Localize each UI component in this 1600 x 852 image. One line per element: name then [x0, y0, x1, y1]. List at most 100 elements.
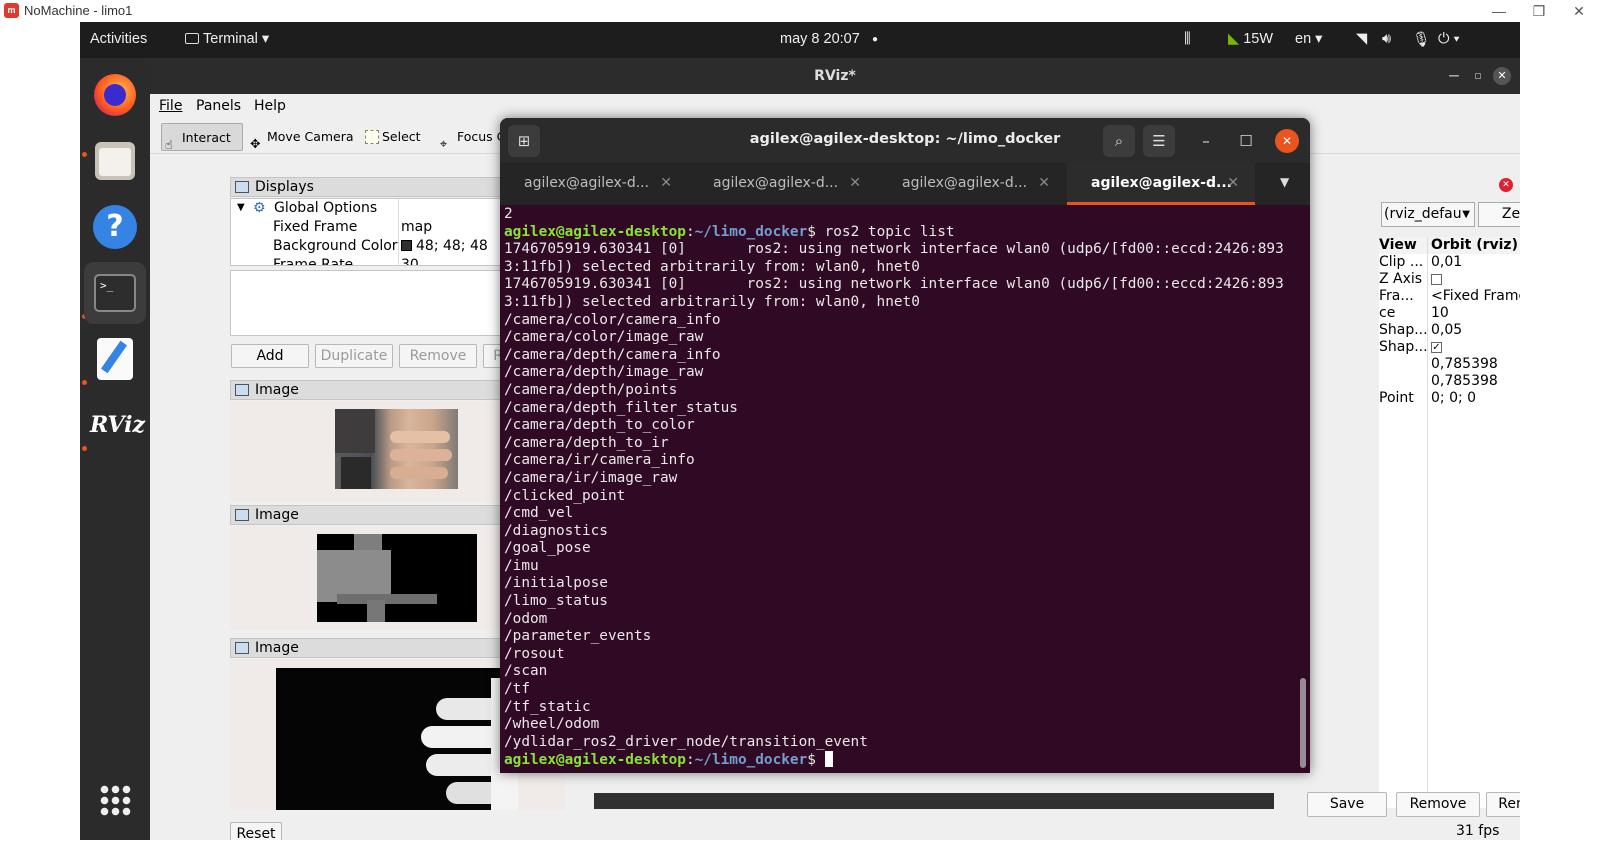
rviz-icon[interactable]: RViz — [84, 394, 146, 456]
menu-file[interactable]: File — [159, 98, 182, 114]
maximize-icon[interactable]: ☐ — [1230, 125, 1262, 157]
property-value[interactable]: 10 — [1431, 305, 1449, 321]
property-value[interactable]: 30 — [401, 257, 419, 265]
fps-readout: 31 fps — [1456, 823, 1500, 839]
select-tool[interactable]: Select — [362, 123, 421, 151]
close-tab-icon[interactable]: ✕ — [849, 163, 861, 203]
search-icon[interactable]: ⌕ — [1103, 125, 1135, 157]
table-row[interactable]: ce 10 — [1379, 305, 1520, 322]
terminal-window: ⊞ agilex@agilex-desktop: ~/limo_docker ⌕… — [500, 118, 1310, 773]
property-value[interactable]: 0,05 — [1431, 322, 1462, 338]
hamburger-menu-icon[interactable]: ☰ — [1143, 125, 1175, 157]
remove-display-button[interactable]: Remove — [399, 344, 477, 368]
topic-line: /initialpose — [504, 575, 608, 592]
text-editor-icon[interactable] — [84, 328, 146, 390]
terminal-tab[interactable]: agilex@agilex-d... ✕ — [500, 163, 688, 205]
view-type-select[interactable]: (rviz_defau ▼ — [1381, 202, 1475, 227]
tab-label: agilex@agilex-d... — [1091, 175, 1232, 191]
close-tab-icon[interactable]: ✕ — [1227, 163, 1239, 203]
table-row[interactable]: Fra... <Fixed Frame> — [1379, 288, 1520, 305]
power-icon[interactable]: ⏻ ▾ — [1438, 31, 1460, 47]
minimize-icon[interactable]: – — [1190, 125, 1222, 157]
wifi-icon[interactable]: ◥ — [1356, 31, 1367, 47]
language-selector[interactable]: en ▾ — [1295, 31, 1322, 47]
duplicate-display-button[interactable]: Duplicate — [315, 344, 393, 368]
rename-view-button[interactable]: Rename — [1486, 792, 1520, 817]
minimize-icon[interactable]: — — [1484, 1, 1514, 21]
terminal-tab[interactable]: agilex@agilex-d... ✕ — [878, 163, 1066, 205]
microphone-icon[interactable]: 🎙︎ — [1412, 31, 1430, 48]
topic-line: /camera/depth_to_ir — [504, 434, 669, 451]
property-value[interactable]: map — [401, 219, 432, 235]
background-color-value[interactable]: 48; 48; 48 — [401, 238, 488, 254]
reset-button[interactable]: Reset — [230, 822, 282, 840]
files-icon[interactable] — [84, 130, 146, 192]
terminal-title: agilex@agilex-desktop: ~/limo_docker — [749, 131, 1061, 147]
tab-label: agilex@agilex-d... — [902, 175, 1028, 191]
app-menu[interactable]: Terminal ▾ — [185, 31, 269, 47]
property-value[interactable]: 0,785398 — [1431, 373, 1498, 389]
move-camera-tool[interactable]: ✥ Move Camera — [247, 123, 354, 151]
table-row[interactable]: 0,785398 — [1379, 373, 1520, 390]
checkbox-checked[interactable]: ✓ — [1431, 341, 1442, 353]
clock[interactable]: may 8 20:07 — [780, 31, 860, 47]
table-row[interactable]: Shap... 0,05 — [1379, 322, 1520, 339]
save-view-button[interactable]: Save — [1307, 792, 1387, 817]
nvidia-icon: ◣ — [1228, 31, 1240, 47]
close-icon[interactable]: ✕ — [1564, 1, 1594, 21]
table-row[interactable]: Z Axis — [1379, 271, 1520, 288]
checkbox-unchecked[interactable] — [1431, 273, 1442, 285]
zero-label: Zero — [1501, 206, 1520, 222]
firefox-icon[interactable] — [84, 64, 146, 126]
close-icon[interactable]: ✕ — [1275, 129, 1299, 153]
property-value[interactable]: <Fixed Frame> — [1431, 288, 1520, 304]
menu-panels[interactable]: Panels — [196, 98, 241, 114]
interact-tool[interactable]: ☝ Interact — [161, 123, 243, 152]
tabs-overflow-icon[interactable]: ▼ — [1280, 175, 1289, 189]
add-display-button[interactable]: Add — [231, 344, 309, 368]
property-value[interactable]: 0,01 — [1431, 254, 1462, 270]
property-key: Z Axis — [1379, 271, 1423, 287]
3d-render-view[interactable] — [594, 793, 1274, 809]
property-key: Fixed Frame — [273, 219, 358, 235]
property-key: Shap... — [1379, 339, 1427, 355]
network-status-icon[interactable]: ⫼ — [1184, 31, 1191, 47]
tab-label: agilex@agilex-d... — [524, 175, 650, 191]
global-options-label: Global Options — [274, 200, 378, 216]
terminal-tab[interactable]: agilex@agilex-d... ✕ — [689, 163, 877, 205]
close-tab-icon[interactable]: ✕ — [1038, 163, 1050, 203]
topic-line: /wheel/odom — [504, 716, 600, 733]
expand-arrow-icon[interactable]: ▼ — [237, 202, 245, 213]
chevron-down-icon: ▾ — [1315, 31, 1323, 47]
close-icon[interactable]: ✕ — [1493, 67, 1511, 85]
terminal-app-icon[interactable]: >_ — [84, 262, 146, 324]
minimize-icon[interactable]: — — [1445, 67, 1463, 85]
table-row[interactable]: Point 0; 0; 0 — [1379, 390, 1520, 407]
terminal-output[interactable]: 2 agilex@agilex-desktop:~/limo_docker$ ro… — [504, 206, 1294, 773]
activities-button[interactable]: Activities — [90, 31, 147, 47]
topic-line: /goal_pose — [504, 540, 591, 557]
zero-button[interactable]: Zero — [1478, 202, 1520, 227]
property-checkbox[interactable]: ✓ — [1431, 339, 1442, 355]
table-row[interactable]: Clip ... 0,01 — [1379, 254, 1520, 271]
property-checkbox[interactable] — [1431, 271, 1442, 287]
table-row[interactable]: 0,785398 — [1379, 356, 1520, 373]
topic-line: /clicked_point — [504, 487, 626, 504]
table-row[interactable]: Shap... ✓ — [1379, 339, 1520, 356]
volume-icon[interactable]: 🔊︎ — [1382, 31, 1391, 47]
menu-help[interactable]: Help — [254, 98, 286, 114]
maximize-icon[interactable]: ▫ — [1469, 67, 1487, 85]
topic-line: /camera/depth_to_color — [504, 417, 695, 434]
color-swatch — [401, 240, 412, 251]
terminal-scrollbar[interactable] — [1300, 678, 1306, 768]
help-icon[interactable]: ? — [84, 196, 146, 258]
maximize-icon[interactable]: ❐ — [1524, 1, 1554, 21]
close-panel-icon[interactable]: ✕ — [1499, 178, 1513, 192]
property-value[interactable]: 0; 0; 0 — [1431, 390, 1476, 406]
power-indicator[interactable]: ◣ 15W — [1228, 31, 1273, 47]
remove-view-button[interactable]: Remove — [1396, 792, 1480, 817]
property-value[interactable]: 0,785398 — [1431, 356, 1498, 372]
terminal-tab-active[interactable]: agilex@agilex-d... ✕ — [1067, 163, 1255, 205]
show-applications-icon[interactable] — [84, 770, 146, 832]
close-tab-icon[interactable]: ✕ — [660, 163, 672, 203]
